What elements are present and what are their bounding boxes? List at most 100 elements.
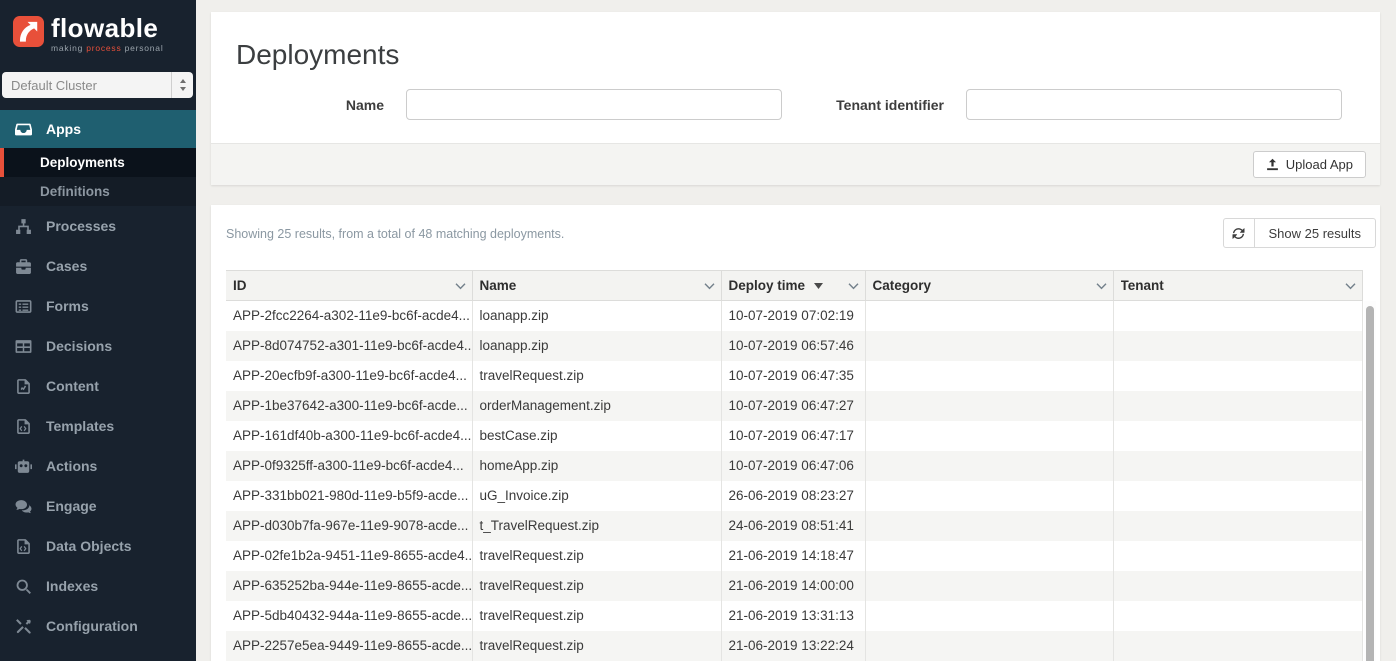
table-row[interactable]: APP-635252ba-944e-11e9-8655-acde...trave… [226, 571, 1363, 601]
sidebar-item-configuration[interactable]: Configuration [0, 606, 196, 646]
cell-id: APP-2257e5ea-9449-11e9-8655-acde... [226, 631, 472, 661]
filter-panel-footer: Upload App [211, 143, 1380, 185]
column-header-tenant[interactable]: Tenant [1113, 271, 1363, 301]
deployments-table: ID NameDeploy time Category Tenant APP-2fcc… [226, 270, 1376, 661]
table-row[interactable]: APP-2fcc2264-a302-11e9-bc6f-acde4...loan… [226, 301, 1363, 331]
refresh-button[interactable] [1223, 218, 1255, 248]
sidebar-item-definitions[interactable]: Definitions [0, 177, 196, 206]
table-row[interactable]: APP-1be37642-a300-11e9-bc6f-acde...order… [226, 391, 1363, 421]
sidebar-item-label: Data Objects [46, 538, 132, 554]
cell-tenant [1113, 361, 1363, 391]
select-caret-icon [171, 72, 193, 98]
table-row[interactable]: APP-02fe1b2a-9451-11e9-8655-acde4...trav… [226, 541, 1363, 571]
cell-tenant [1113, 301, 1363, 331]
sidebar-item-processes[interactable]: Processes [0, 206, 196, 246]
brand-name: flowable [51, 14, 164, 42]
sidebar-item-indexes[interactable]: Indexes [0, 566, 196, 606]
table-row[interactable]: APP-161df40b-a300-11e9-bc6f-acde4...best… [226, 421, 1363, 451]
sidebar-item-decisions[interactable]: Decisions [0, 326, 196, 366]
cell-id: APP-8d074752-a301-11e9-bc6f-acde4... [226, 331, 472, 361]
column-label: Category [873, 278, 932, 293]
robot-icon [13, 458, 33, 475]
upload-app-button[interactable]: Upload App [1253, 151, 1366, 178]
cluster-select[interactable]: Default Cluster [2, 72, 193, 98]
table-scrollbar [1364, 301, 1376, 661]
column-header-name[interactable]: Name [472, 271, 721, 301]
table-row[interactable]: APP-2257e5ea-9449-11e9-8655-acde...trave… [226, 631, 1363, 661]
form-icon [13, 298, 33, 315]
table-row[interactable]: APP-d030b7fa-967e-11e9-9078-acde...t_Tra… [226, 511, 1363, 541]
table-row[interactable]: APP-8d074752-a301-11e9-bc6f-acde4...loan… [226, 331, 1363, 361]
main-content: Deployments Name Tenant identifier Uploa… [196, 0, 1396, 661]
deployments-filter-panel: Deployments Name Tenant identifier Uploa… [211, 12, 1380, 185]
tenant-identifier-input[interactable] [966, 89, 1342, 120]
column-menu-icon[interactable] [848, 281, 859, 290]
sidebar-item-forms[interactable]: Forms [0, 286, 196, 326]
column-menu-icon[interactable] [455, 281, 466, 290]
cell-category [865, 361, 1113, 391]
cell-category [865, 511, 1113, 541]
sidebar-item-actions[interactable]: Actions [0, 446, 196, 486]
cell-category [865, 331, 1113, 361]
show-results-button[interactable]: Show 25 results [1254, 218, 1377, 248]
table-row[interactable]: APP-331bb021-980d-11e9-b5f9-acde...uG_In… [226, 481, 1363, 511]
cell-tenant [1113, 421, 1363, 451]
cell-name: travelRequest.zip [472, 631, 721, 661]
sidebar-item-deployments[interactable]: Deployments [0, 148, 196, 177]
cell-id: APP-331bb021-980d-11e9-b5f9-acde... [226, 481, 472, 511]
column-label: Tenant [1121, 278, 1164, 293]
cell-tenant [1113, 391, 1363, 421]
cell-tenant [1113, 331, 1363, 361]
tools-icon [13, 618, 33, 635]
upload-app-label: Upload App [1286, 157, 1353, 172]
column-header-deploy-time[interactable]: Deploy time [721, 271, 865, 301]
name-input[interactable] [406, 89, 782, 120]
file-code-icon [13, 418, 33, 435]
cell-deploy-time: 24-06-2019 08:51:41 [721, 511, 865, 541]
sidebar-item-label: Processes [46, 218, 116, 234]
tagline-part: process [86, 43, 121, 53]
column-menu-icon[interactable] [704, 281, 715, 290]
cell-deploy-time: 10-07-2019 06:47:27 [721, 391, 865, 421]
cell-category [865, 601, 1113, 631]
cell-tenant [1113, 511, 1363, 541]
column-header-category[interactable]: Category [865, 271, 1113, 301]
sidebar-item-apps[interactable]: Apps [0, 110, 196, 148]
results-panel: Showing 25 results, from a total of 48 m… [211, 205, 1380, 661]
sidebar-item-templates[interactable]: Templates [0, 406, 196, 446]
cell-category [865, 541, 1113, 571]
sidebar-item-engage[interactable]: Engage [0, 486, 196, 526]
sitemap-icon [13, 218, 33, 235]
cell-name: travelRequest.zip [472, 541, 721, 571]
cell-name: bestCase.zip [472, 421, 721, 451]
cell-name: orderManagement.zip [472, 391, 721, 421]
cell-category [865, 421, 1113, 451]
column-label: ID [233, 278, 247, 293]
sidebar-item-label: Engage [46, 498, 97, 514]
table-row[interactable]: APP-0f9325ff-a300-11e9-bc6f-acde4...home… [226, 451, 1363, 481]
results-summary: Showing 25 results, from a total of 48 m… [226, 227, 564, 241]
file-code-icon [13, 538, 33, 555]
cell-id: APP-d030b7fa-967e-11e9-9078-acde... [226, 511, 472, 541]
sidebar-item-label: Apps [46, 121, 81, 137]
cell-tenant [1113, 631, 1363, 661]
sidebar-item-label: Configuration [46, 618, 138, 634]
cell-name: homeApp.zip [472, 451, 721, 481]
sidebar-item-label: Deployments [40, 155, 125, 170]
table-row[interactable]: APP-20ecfb9f-a300-11e9-bc6f-acde4...trav… [226, 361, 1363, 391]
cell-id: APP-2fcc2264-a302-11e9-bc6f-acde4... [226, 301, 472, 331]
sidebar-item-cases[interactable]: Cases [0, 246, 196, 286]
cell-name: travelRequest.zip [472, 361, 721, 391]
cell-name: loanapp.zip [472, 331, 721, 361]
column-menu-icon[interactable] [1096, 281, 1107, 290]
column-menu-icon[interactable] [1345, 281, 1356, 290]
column-header-id[interactable]: ID [226, 271, 472, 301]
scrollbar-thumb[interactable] [1366, 306, 1374, 661]
sidebar-item-content[interactable]: Content [0, 366, 196, 406]
table-row[interactable]: APP-5db40432-944a-11e9-8655-acde...trave… [226, 601, 1363, 631]
sidebar-item-label: Indexes [46, 578, 98, 594]
flowable-logo[interactable]: flowable making process personal [0, 0, 196, 67]
page-title: Deployments [236, 38, 1356, 71]
cell-id: APP-02fe1b2a-9451-11e9-8655-acde4... [226, 541, 472, 571]
sidebar-item-data-objects[interactable]: Data Objects [0, 526, 196, 566]
